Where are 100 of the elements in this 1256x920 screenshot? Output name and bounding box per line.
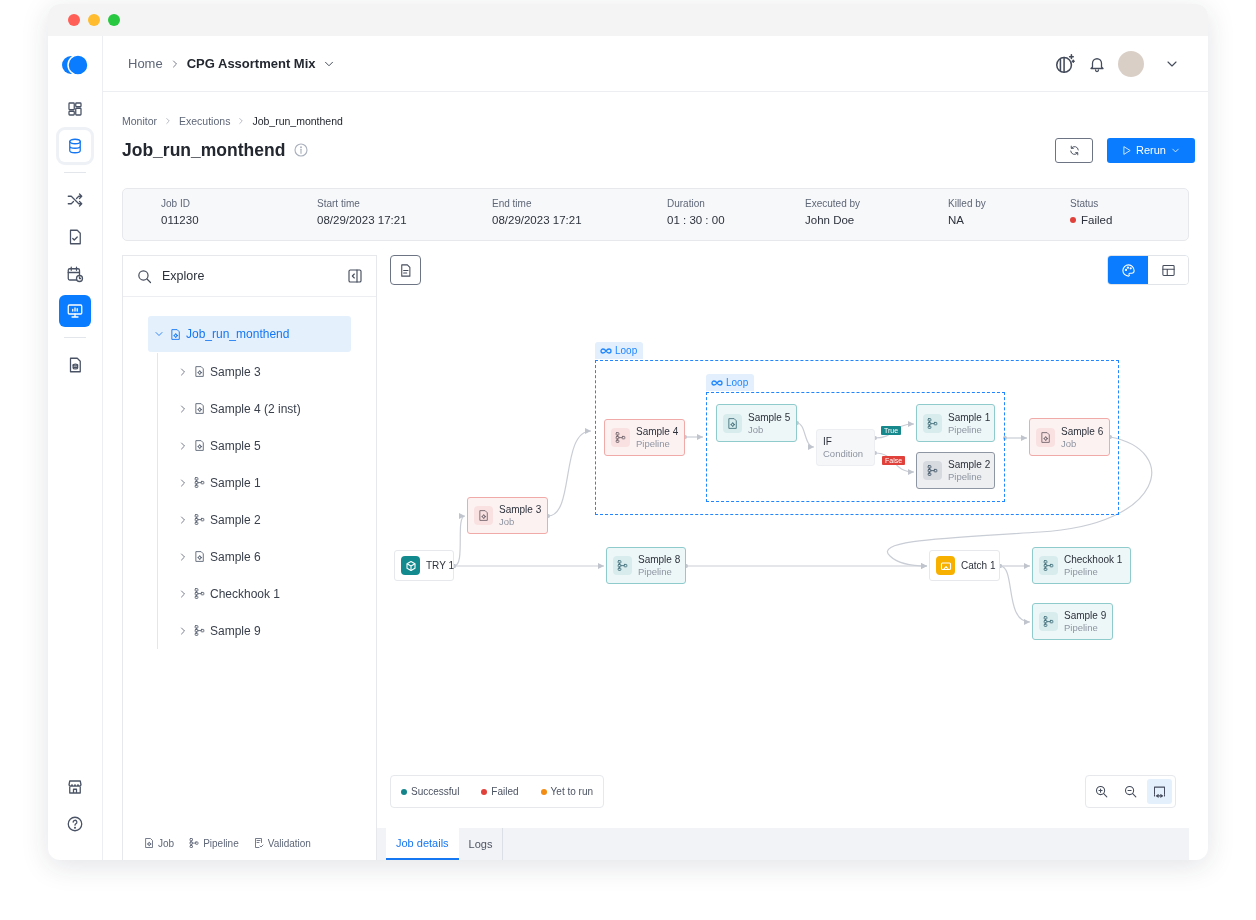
collapse-panel-icon	[347, 268, 363, 284]
logo-icon[interactable]	[62, 54, 88, 76]
flow-node[interactable]: Sample 1 Pipeline	[916, 404, 995, 442]
sidebar-nav-button[interactable]	[59, 129, 91, 162]
flow-node[interactable]: TRY 1	[394, 550, 454, 581]
detail-label: Killed by	[948, 198, 987, 209]
pipeline-icon	[1042, 615, 1055, 628]
detail-label: Duration	[667, 198, 706, 209]
theme-toggle-button[interactable]	[1054, 52, 1076, 75]
infinity-icon	[600, 346, 612, 355]
detail-label: End time	[492, 198, 533, 209]
breadcrumb-link[interactable]: Monitor	[122, 115, 157, 127]
tree-item[interactable]: Sample 6	[172, 538, 351, 575]
tree-item[interactable]: Sample 3	[172, 353, 351, 390]
rerun-button[interactable]: Rerun	[1107, 137, 1195, 163]
page-title: Job_run_monthend	[122, 139, 286, 161]
detail-label: Status	[1070, 198, 1100, 209]
legend-label: Failed	[491, 786, 519, 797]
node-name: Sample 6	[1061, 425, 1104, 437]
tree-item[interactable]: Sample 5	[172, 427, 351, 464]
pipeline-icon	[188, 837, 201, 849]
monitor-icon	[66, 301, 84, 320]
table-icon	[1160, 262, 1176, 278]
detail-value: 08/29/2023 17:21	[317, 214, 407, 226]
tab[interactable]: Job details	[386, 828, 459, 860]
breadcrumb-link[interactable]: CPG Assortment Mix	[186, 56, 316, 71]
job-icon	[169, 327, 182, 341]
tab[interactable]: Logs	[458, 828, 504, 860]
flow-node[interactable]: Sample 9 Pipeline	[1032, 603, 1113, 640]
job-icon	[193, 550, 206, 563]
breadcrumb-link[interactable]: Executions	[179, 115, 231, 127]
node-type: Job	[748, 423, 765, 435]
flow-node[interactable]: Sample 3 Job	[467, 497, 548, 534]
tree-item[interactable]: Checkhook 1	[172, 575, 351, 612]
node-name: Sample 9	[1064, 610, 1107, 621]
pipeline-icon	[616, 559, 629, 572]
node-type: Job	[1061, 437, 1078, 449]
tree-item[interactable]: Sample 1	[172, 464, 351, 501]
node-name: Sample 4	[636, 426, 679, 437]
node-name: Sample 5	[748, 411, 791, 423]
shuffle-icon	[66, 190, 84, 209]
node-name: Catch 1	[961, 560, 996, 571]
detail-label: Start time	[317, 198, 361, 209]
palette-icon	[1120, 262, 1136, 278]
cube-icon	[404, 559, 417, 572]
view-toggle-button[interactable]	[1108, 256, 1148, 284]
connector-line	[683, 434, 704, 440]
info-icon	[293, 142, 310, 158]
node-name: TRY 1	[426, 560, 454, 571]
detail-value: 01 : 30 : 00	[667, 214, 725, 226]
theme-icon	[1054, 52, 1076, 75]
document-button[interactable]	[390, 255, 421, 285]
flow-node[interactable]: Sample 8 Pipeline	[606, 547, 686, 584]
job-icon	[193, 365, 206, 378]
pipeline-icon	[926, 464, 939, 477]
catch-icon	[939, 559, 952, 572]
pipeline-icon	[193, 624, 206, 637]
job-icon	[143, 837, 155, 849]
pipeline-icon	[193, 587, 206, 600]
node-type: Condition	[823, 448, 864, 459]
fit-screen-icon	[1152, 784, 1167, 799]
node-type: Pipeline	[636, 438, 671, 449]
node-type: Job	[499, 516, 516, 527]
store-icon	[66, 777, 84, 796]
legend-label: Pipeline	[203, 837, 239, 849]
flow-node[interactable]: Catch 1	[929, 550, 1000, 581]
refresh-icon	[1067, 143, 1081, 157]
node-type: Pipeline	[948, 471, 983, 482]
flow-node[interactable]: Sample 6 Job	[1029, 418, 1110, 456]
tree-item[interactable]: Sample 2	[172, 501, 351, 538]
breadcrumb-link[interactable]: Home	[128, 56, 163, 71]
node-type: Pipeline	[948, 423, 983, 435]
job-icon	[726, 416, 739, 430]
document-icon	[398, 262, 413, 278]
detail-value: John Doe	[805, 214, 855, 226]
flow-node[interactable]: IF Condition	[816, 429, 875, 466]
validation-icon	[252, 837, 265, 849]
dashboard-icon	[66, 99, 84, 118]
job-icon	[477, 509, 490, 522]
help-icon	[66, 814, 84, 833]
sidebar-nav-button[interactable]	[59, 294, 91, 327]
refresh-button[interactable]	[1055, 137, 1093, 163]
tree-item[interactable]: Sample 9	[172, 612, 351, 649]
tree-item[interactable]: Job_run_monthend	[148, 316, 351, 352]
panel-title: Explore	[162, 269, 206, 283]
detail-label: Executed by	[805, 198, 862, 209]
collapse-panel-button[interactable]	[347, 268, 363, 284]
fit-view-button[interactable]	[1147, 779, 1172, 804]
legend-label: Job	[158, 837, 175, 849]
node-name: Checkhook 1	[1064, 554, 1123, 565]
flow-node[interactable]: Sample 4 Pipeline	[604, 419, 685, 456]
tree-item[interactable]: Sample 4 (2 inst)	[172, 390, 351, 427]
legend-label: Validation	[267, 837, 311, 849]
flow-node[interactable]: Sample 5 Job	[716, 404, 797, 442]
zoom-in-icon	[1094, 784, 1109, 799]
node-type: Pipeline	[1064, 566, 1099, 577]
window-control[interactable]	[68, 14, 80, 26]
pipeline-icon	[193, 513, 206, 526]
flow-node[interactable]: Checkhook 1 Pipeline	[1032, 547, 1131, 584]
flow-node[interactable]: Sample 2 Pipeline	[916, 452, 995, 489]
